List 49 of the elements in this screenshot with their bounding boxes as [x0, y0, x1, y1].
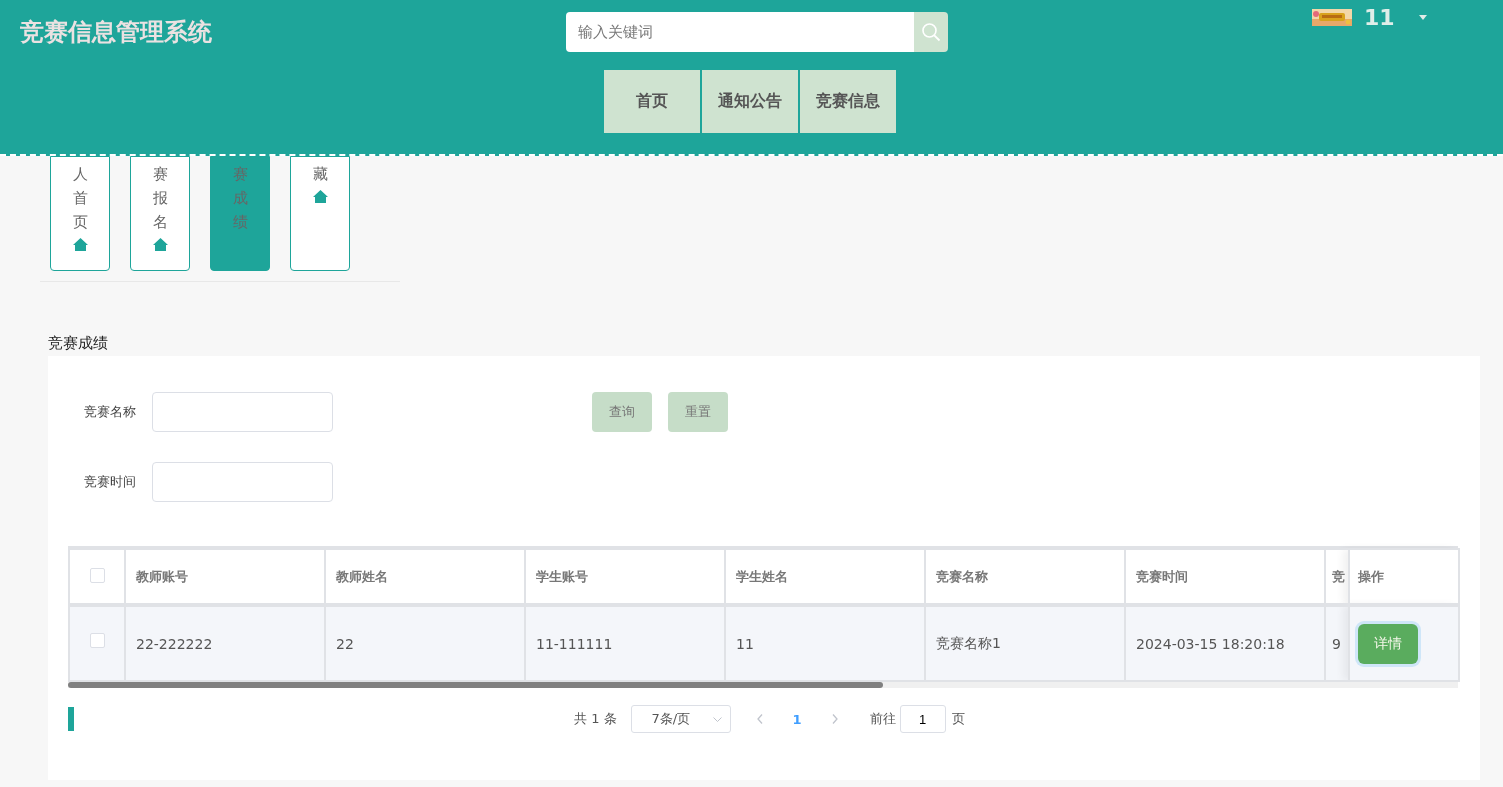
- caret-icon[interactable]: [1418, 15, 1427, 20]
- home-icon: [312, 190, 328, 203]
- column-header: 教师姓名: [336, 568, 388, 584]
- field-label: 竞赛名称: [84, 403, 137, 421]
- side-tab[interactable]: 赛报名: [130, 156, 190, 271]
- column-header: 竞: [1332, 568, 1345, 584]
- nav-item[interactable]: 通知公告: [701, 70, 798, 133]
- table-cell: 2024-03-15 18:20:18: [1136, 635, 1285, 652]
- page-number[interactable]: 1: [792, 711, 802, 727]
- scrollbar-thumb[interactable]: [68, 682, 883, 688]
- table-cell: 竞赛名称1: [936, 634, 1001, 651]
- column-header: 竞赛时间: [1136, 568, 1188, 584]
- search-field[interactable]: 输入关键词: [566, 12, 914, 52]
- action-button[interactable]: 重置: [668, 392, 728, 432]
- chevron-down-icon: [712, 716, 722, 722]
- accent-bar: [68, 707, 74, 731]
- home-icon: [72, 238, 88, 251]
- nav-item[interactable]: 首页: [603, 70, 700, 133]
- next-page-icon[interactable]: [831, 714, 838, 724]
- field-label: 竞赛时间: [84, 473, 137, 491]
- checkbox[interactable]: [89, 633, 105, 648]
- search-icon: [921, 22, 941, 42]
- column-header: 学生账号: [536, 568, 588, 584]
- side-tab[interactable]: 人首页: [50, 156, 110, 271]
- input-field[interactable]: [152, 392, 333, 432]
- previous-page-icon[interactable]: [756, 714, 763, 724]
- table-cell: 11: [736, 635, 754, 652]
- column-header: 竞赛名称: [936, 568, 988, 584]
- search-button[interactable]: [914, 12, 948, 52]
- page-size-select[interactable]: 7条/页: [630, 705, 731, 733]
- table-cell: 22: [336, 635, 354, 652]
- nav-item[interactable]: 竞赛信息: [799, 70, 896, 133]
- action-button[interactable]: 查询: [592, 392, 652, 432]
- table-cell: 11-111111: [536, 635, 613, 652]
- column-header: 学生姓名: [736, 568, 788, 584]
- total-count: 共 1 条: [574, 710, 617, 728]
- column-header: 教师账号: [136, 568, 188, 584]
- input-field[interactable]: [152, 462, 333, 502]
- page-suffix: 页: [951, 710, 965, 728]
- section-title: 竞赛成绩: [48, 334, 109, 354]
- table-cell: 22-222222: [136, 635, 213, 652]
- page-input[interactable]: 1: [899, 705, 946, 733]
- site-title: 竞赛信息管理系统: [20, 17, 213, 48]
- column-header: 操作: [1358, 568, 1384, 584]
- checkbox[interactable]: [89, 568, 105, 583]
- goto-label: 前往: [869, 710, 896, 728]
- table-cell: 9: [1332, 635, 1341, 652]
- side-tab[interactable]: 藏: [290, 156, 350, 271]
- home-icon: [152, 238, 168, 251]
